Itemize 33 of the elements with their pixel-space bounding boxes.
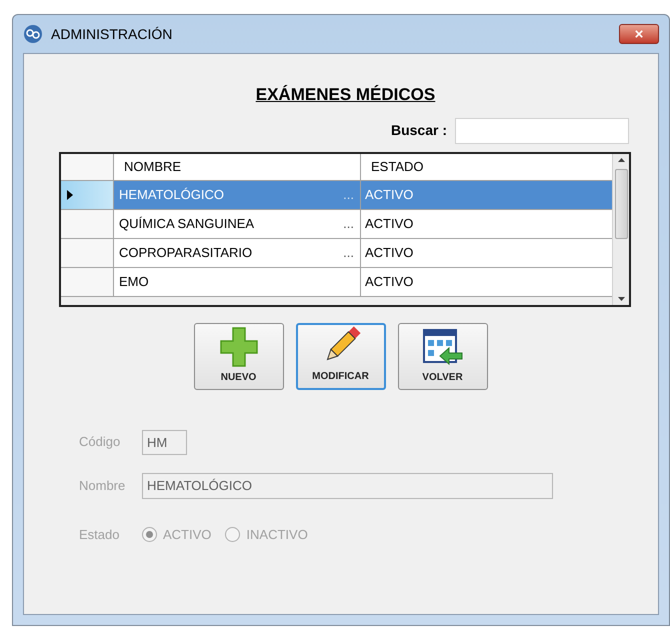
field-label: Código bbox=[79, 433, 122, 452]
table-cell-text: ACTIVO bbox=[365, 186, 414, 204]
table-cell-text: QUÍMICA SANGUINEA bbox=[119, 214, 254, 233]
table-cell-text: ACTIVO bbox=[365, 244, 414, 262]
ellipsis-button[interactable]: ... bbox=[343, 214, 354, 234]
search-label: Buscar : bbox=[390, 121, 447, 140]
table-cell-text: ACTIVO bbox=[365, 272, 414, 291]
table-cell-text: ACTIVO bbox=[365, 214, 414, 233]
table-row[interactable]: HEMATOLÓGICO ... ACTIVO bbox=[61, 180, 612, 210]
field-label: Nombre bbox=[79, 476, 126, 495]
plus-icon bbox=[218, 326, 258, 368]
table-row[interactable]: EMO ACTIVO bbox=[61, 268, 612, 296]
column-header[interactable]: NOMBRE bbox=[114, 154, 361, 180]
table-cell-text: EMO bbox=[119, 272, 149, 291]
scroll-up-icon[interactable] bbox=[618, 158, 624, 162]
column-header[interactable]: ESTADO bbox=[361, 154, 612, 180]
toolbar-button[interactable]: VOLVER bbox=[398, 322, 488, 390]
search-field[interactable] bbox=[455, 118, 629, 144]
section-heading: EXÁMENES MÉDICOS bbox=[256, 84, 436, 106]
toolbar-button[interactable]: MODIFICAR bbox=[296, 322, 386, 390]
scrollbar[interactable] bbox=[612, 154, 629, 304]
ellipsis-button[interactable]: ... bbox=[343, 242, 354, 262]
scroll-down-icon[interactable] bbox=[618, 296, 624, 300]
table-cell-text: COPROPARASITARIO bbox=[119, 244, 252, 262]
calendar-arrow-icon bbox=[422, 328, 464, 368]
table-cell-text: HEMATOLÓGICO bbox=[119, 186, 224, 204]
table-row[interactable]: QUÍMICA SANGUINEA ... ACTIVO bbox=[61, 210, 612, 238]
window-title: ADMINISTRACIÓN bbox=[51, 24, 172, 44]
toolbar-button[interactable]: NUEVO bbox=[194, 322, 284, 390]
app-icon bbox=[23, 24, 43, 44]
field-label: Estado bbox=[79, 526, 120, 544]
row-pointer-icon bbox=[67, 190, 73, 200]
table-row[interactable]: COPROPARASITARIO ... ACTIVO bbox=[61, 238, 612, 268]
